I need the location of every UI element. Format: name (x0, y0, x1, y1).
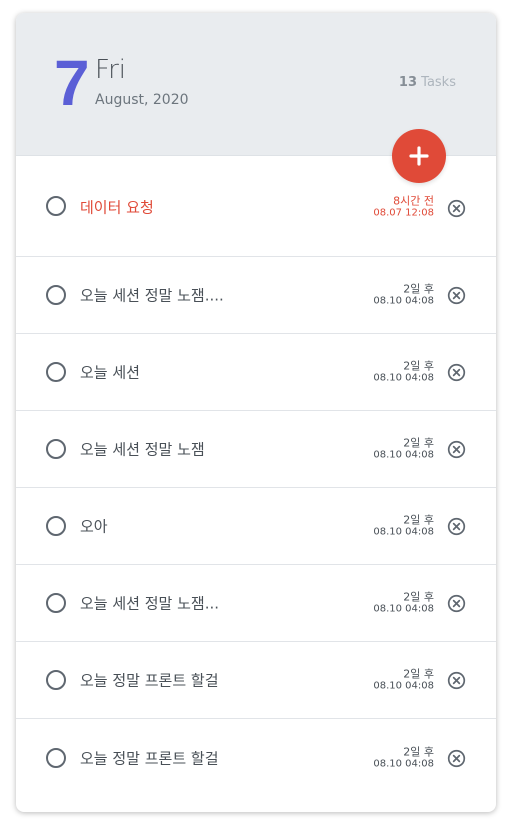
task-due-relative: 2일 후 (403, 282, 434, 296)
close-circle-icon[interactable] (447, 517, 466, 536)
task-due-absolute: 08.10 04:08 (373, 526, 434, 538)
task-due-relative: 2일 후 (403, 667, 434, 681)
task-text: 오아 (80, 517, 108, 536)
task-due-absolute: 08.07 12:08 (373, 207, 434, 218)
task-text: 오늘 정말 프론트 할걸 (80, 749, 219, 767)
task-checkbox[interactable] (46, 670, 66, 690)
task-text: 데이터 요청 (80, 198, 154, 216)
task-due-relative: 2일 후 (403, 590, 434, 604)
task-item[interactable]: 오늘 세션 정말 노잼... 2일 후 08.10 04:08 (16, 565, 496, 642)
task-due: 2일 후 08.10 04:08 (373, 590, 434, 615)
task-due-relative: 2일 후 (403, 513, 434, 527)
task-due-relative: 2일 후 (403, 359, 434, 373)
task-due-absolute: 08.10 04:08 (373, 449, 434, 461)
close-circle-icon[interactable] (447, 199, 466, 218)
task-item[interactable]: 오늘 정말 프론트 할걸 2일 후 08.10 04:08 (16, 719, 496, 796)
task-text: 오늘 세션 정말 노잼 (80, 440, 205, 459)
task-due: 2일 후 08.10 04:08 (373, 282, 434, 307)
close-circle-icon[interactable] (447, 440, 466, 459)
task-text: 오늘 세션 (80, 363, 140, 382)
task-checkbox[interactable] (46, 516, 66, 536)
task-due-absolute: 08.10 04:08 (373, 758, 434, 769)
task-checkbox[interactable] (46, 285, 66, 305)
task-due-relative: 8시간 전 (393, 194, 434, 207)
plus-icon (409, 146, 429, 166)
task-due-absolute: 08.10 04:08 (373, 295, 434, 307)
close-circle-icon[interactable] (447, 594, 466, 613)
close-circle-icon[interactable] (447, 363, 466, 382)
task-due: 2일 후 08.10 04:08 (373, 436, 434, 461)
task-text: 오늘 세션 정말 노잼... (80, 594, 220, 613)
task-due-absolute: 08.10 04:08 (373, 603, 434, 615)
task-due: 2일 후 08.10 04:08 (373, 359, 434, 384)
task-checkbox[interactable] (46, 593, 66, 613)
close-circle-icon[interactable] (447, 671, 466, 690)
task-due: 2일 후 08.10 04:08 (373, 513, 434, 538)
date-day: 7 (54, 47, 90, 119)
task-item[interactable]: 오늘 세션 2일 후 08.10 04:08 (16, 334, 496, 411)
task-text: 오늘 정말 프론트 할걸 (80, 671, 219, 690)
task-due-relative: 2일 후 (403, 436, 434, 450)
task-text: 오늘 세션 정말 노잼.... (80, 286, 224, 305)
task-due-absolute: 08.10 04:08 (373, 680, 434, 692)
task-count-label: Tasks (421, 75, 456, 90)
task-count: 13 Tasks (399, 75, 456, 90)
task-list: 데이터 요청 8시간 전 08.07 12:08 오늘 세션 정말 노잼.... 2일 … (16, 157, 496, 796)
task-due-absolute: 08.10 04:08 (373, 372, 434, 384)
date-month-year: August, 2020 (95, 92, 189, 108)
task-item[interactable]: 오아 2일 후 08.10 04:08 (16, 488, 496, 565)
task-due: 2일 후 08.10 04:08 (373, 745, 434, 770)
task-checkbox[interactable] (46, 195, 66, 216)
task-due: 8시간 전 08.07 12:08 (373, 194, 434, 219)
date-weekday: Fri (95, 55, 126, 85)
task-item[interactable]: 오늘 세션 정말 노잼.... 2일 후 08.10 04:08 (16, 257, 496, 334)
task-due: 2일 후 08.10 04:08 (373, 667, 434, 692)
task-checkbox[interactable] (46, 362, 66, 382)
task-checkbox[interactable] (46, 439, 66, 459)
todo-card: 7 Fri August, 2020 13 Tasks 데이터 요청 8시간 전0… (16, 13, 496, 812)
task-checkbox[interactable] (46, 747, 66, 768)
task-due-relative: 2일 후 (403, 745, 434, 758)
close-circle-icon[interactable] (447, 749, 466, 768)
close-circle-icon[interactable] (447, 286, 466, 305)
task-item[interactable]: 오늘 세션 정말 노잼 2일 후 08.10 04:08 (16, 411, 496, 488)
task-count-number: 13 (398, 75, 418, 90)
task-item[interactable]: 오늘 정말 프론트 할걸 2일 후 08.10 04:08 (16, 642, 496, 719)
add-task-button[interactable] (392, 129, 446, 183)
